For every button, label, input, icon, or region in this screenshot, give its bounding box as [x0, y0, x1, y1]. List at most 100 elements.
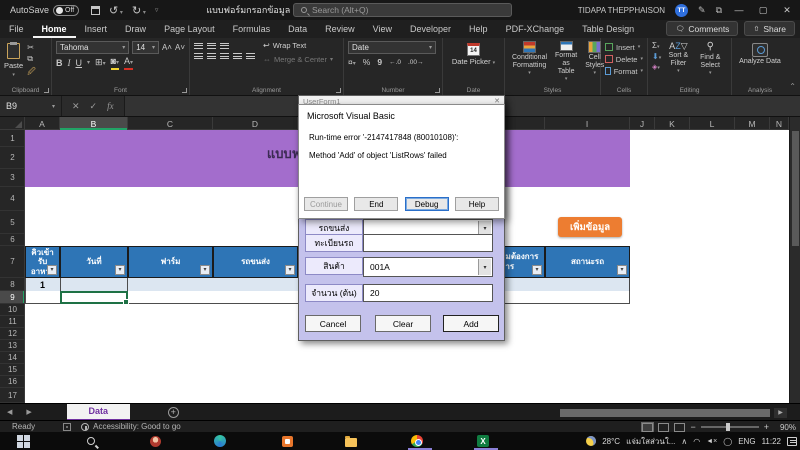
taskbar-search-button[interactable] [84, 434, 98, 448]
filter-icon[interactable]: ▾ [617, 265, 627, 275]
product-combo[interactable]: 001A▾ [363, 257, 493, 277]
maximize-button[interactable]: ▢ [756, 5, 770, 16]
italic-button[interactable]: I [68, 58, 71, 68]
network-icon[interactable]: ◠ [693, 437, 700, 446]
font-color-icon[interactable]: A▾ [124, 57, 133, 68]
ribbon-tab-developer[interactable]: Developer [401, 20, 460, 38]
share-button[interactable]: ⇧Share [744, 21, 795, 36]
align-left-icon[interactable] [194, 52, 203, 60]
minimize-button[interactable]: — [732, 5, 746, 15]
undo-icon[interactable]: ↺ ▾ [109, 4, 123, 17]
selected-cell-b9[interactable] [60, 291, 128, 304]
borders-icon[interactable]: ⊞▾ [95, 57, 106, 68]
font-name-combo[interactable]: Tahoma▾ [56, 41, 129, 54]
decrease-indent-icon[interactable] [233, 52, 242, 60]
percent-style-icon[interactable]: % [363, 57, 371, 67]
increase-indent-icon[interactable] [246, 52, 255, 60]
accounting-format-icon[interactable]: ¤▾ [348, 57, 356, 67]
column-header-i[interactable]: I [545, 117, 630, 130]
paste-button[interactable]: Paste▾ [4, 41, 23, 80]
ribbon-tab-insert[interactable]: Insert [76, 20, 117, 38]
close-button[interactable]: ✕ [780, 5, 794, 16]
taskbar-edge[interactable] [213, 434, 227, 448]
filter-icon[interactable]: ▾ [285, 265, 295, 275]
search-input[interactable]: Search (Alt+Q) [293, 3, 512, 17]
merge-center-button[interactable]: ⇔Merge & Center▾ [263, 55, 333, 64]
zoom-out-icon[interactable]: − [690, 422, 695, 432]
format-painter-icon[interactable]: 🖉 [27, 66, 36, 80]
ribbon-tab-page-layout[interactable]: Page Layout [155, 20, 224, 38]
date-picker-button[interactable]: 14 Date Picker ▾ [447, 43, 500, 67]
name-box[interactable]: B9▾ [0, 96, 62, 116]
pen-icon[interactable]: ✎ [698, 5, 706, 16]
macro-record-icon[interactable] [63, 423, 71, 431]
font-dialog-launcher[interactable] [182, 88, 187, 93]
autosave-switch-icon[interactable]: Off [53, 5, 79, 16]
weather-text[interactable]: แจ่มใสส่วนใ... [626, 435, 675, 448]
grow-font-icon[interactable]: A˄ [162, 43, 172, 52]
decrease-decimal-icon[interactable]: .00→ [408, 59, 424, 66]
ribbon-tab-draw[interactable]: Draw [116, 20, 155, 38]
cancel-button[interactable]: Cancel [305, 315, 361, 332]
page-break-view-icon[interactable] [674, 423, 685, 432]
format-as-table-button[interactable]: Format as Table▾ [552, 41, 580, 83]
row-header-12[interactable]: 12 [0, 328, 25, 340]
taskbar-excel[interactable]: X [476, 434, 490, 448]
column-header-b[interactable]: B [60, 117, 128, 130]
column-header-l[interactable]: L [690, 117, 735, 130]
zoom-slider-thumb[interactable] [726, 423, 730, 431]
end-button[interactable]: End [354, 197, 398, 211]
table-header-truck-status[interactable]: สถานะรถ▾ [545, 246, 630, 278]
comments-button[interactable]: 🗨Comments [666, 21, 738, 36]
column-header-m[interactable]: M [735, 117, 770, 130]
filter-icon[interactable]: ▾ [47, 265, 57, 275]
number-format-combo[interactable]: Date▾ [348, 41, 436, 54]
row-header-5[interactable]: 5 [0, 211, 25, 234]
row-header-17[interactable]: 17 [0, 388, 25, 403]
scroll-right-icon[interactable]: ▶ [774, 408, 787, 418]
user-name[interactable]: TIDAPA THEPPHAISON [578, 6, 665, 15]
ribbon-tab-pdf-xchange[interactable]: PDF-XChange [497, 20, 574, 38]
autosum-icon[interactable]: Σ▾ [652, 41, 661, 50]
row-header-9[interactable]: 9 [0, 291, 25, 304]
clock[interactable]: 11:22 [762, 437, 781, 446]
column-header-c[interactable]: C [128, 117, 213, 130]
hidden-icons-chevron[interactable]: ∧ [681, 437, 687, 446]
column-header-d[interactable]: D [213, 117, 298, 130]
column-header-j[interactable]: J [630, 117, 655, 130]
align-top-icon[interactable] [194, 41, 203, 49]
column-header-k[interactable]: K [655, 117, 690, 130]
delete-cells-button[interactable]: Delete▾ [605, 53, 643, 65]
prev-sheet-icon[interactable]: ◀ [0, 408, 19, 416]
sort-filter-button[interactable]: AZ▽Sort & Filter▾ [663, 41, 693, 83]
copy-icon[interactable]: ⧉ [27, 54, 36, 64]
row-header-13[interactable]: 13 [0, 340, 25, 352]
format-cells-button[interactable]: Format▾ [605, 65, 643, 77]
column-header-a[interactable]: A [25, 117, 60, 130]
cell-a8-value[interactable]: 1 [25, 278, 60, 291]
ribbon-tab-formulas[interactable]: Formulas [224, 20, 280, 38]
row-header-10[interactable]: 10 [0, 304, 25, 316]
row-header-7[interactable]: 7 [0, 246, 25, 278]
filter-icon[interactable]: ▾ [115, 265, 125, 275]
customize-qat-icon[interactable]: ▿ [155, 6, 159, 14]
fill-icon[interactable]: ⬇▾ [652, 52, 661, 61]
underline-button[interactable]: U [76, 58, 83, 68]
taskbar-store[interactable] [280, 434, 294, 448]
row-header-15[interactable]: 15 [0, 364, 25, 376]
find-select-button[interactable]: ⚲Find & Select▾ [694, 41, 727, 83]
taskbar-file-explorer[interactable] [344, 434, 358, 448]
row-header-16[interactable]: 16 [0, 376, 25, 388]
bold-button[interactable]: B [56, 58, 63, 68]
collapse-ribbon-icon[interactable]: ⌃ [789, 82, 796, 91]
filter-icon[interactable]: ▾ [200, 265, 210, 275]
normal-view-icon[interactable] [642, 423, 653, 432]
presenter-icon[interactable]: ⧉ [716, 5, 722, 16]
weather-icon[interactable] [586, 436, 596, 446]
filter-icon[interactable]: ▾ [532, 265, 542, 275]
row-header-14[interactable]: 14 [0, 352, 25, 364]
action-center-icon[interactable] [787, 437, 797, 446]
language-indicator[interactable]: ENG [738, 437, 755, 446]
ribbon-tab-help[interactable]: Help [460, 20, 497, 38]
qty-input[interactable]: 20 [363, 284, 493, 302]
